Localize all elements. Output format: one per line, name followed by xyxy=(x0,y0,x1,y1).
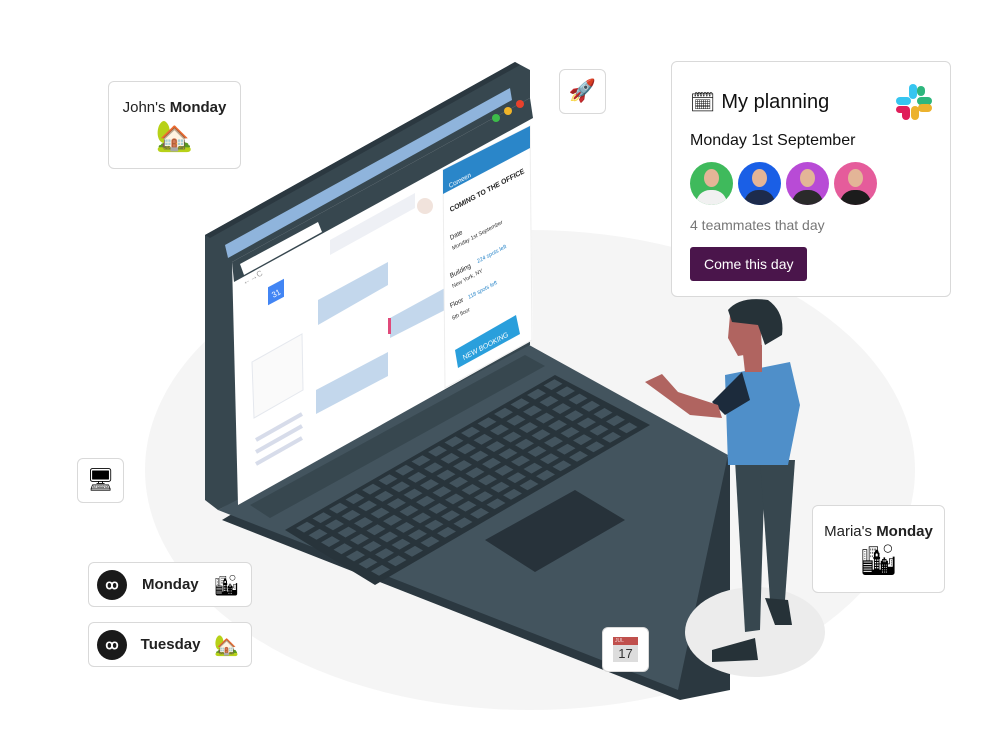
calendar-month: JUL xyxy=(613,637,638,645)
person-leg-front xyxy=(760,460,795,600)
person-torso xyxy=(725,362,800,465)
my-planning-card: 🗓 My planning Monday 1st September 4 team… xyxy=(671,61,951,297)
user-avatar xyxy=(417,198,433,214)
house-icon: 🏡 xyxy=(155,118,194,154)
spiral-calendar-icon: 🗓 xyxy=(690,90,716,114)
window-min-dot xyxy=(504,107,512,115)
calendar-icon: JUL 17 xyxy=(613,637,638,662)
teammate-avatar[interactable] xyxy=(738,162,781,205)
window-close-dot xyxy=(492,114,500,122)
come-this-day-button[interactable]: Come this day xyxy=(690,247,808,281)
schedule-pill-tuesday[interactable]: ꝏ Tuesday 🏡 xyxy=(88,622,252,667)
marias-monday-title: Maria's Monday xyxy=(824,522,933,540)
window-max-dot xyxy=(516,100,524,108)
rocket-icon: 🚀 xyxy=(559,69,606,114)
schedule-pill-monday[interactable]: ꝏ Monday 🏙 xyxy=(88,562,252,607)
comeen-logo-icon: ꝏ xyxy=(97,569,127,600)
calendar-tile: JUL 17 xyxy=(602,627,649,672)
teammates-count: 4 teammates that day xyxy=(690,217,825,233)
slack-logo-icon xyxy=(896,84,932,120)
johns-monday-card: John's Monday 🏡 xyxy=(108,81,241,169)
person-arm xyxy=(645,374,722,418)
teammate-avatar[interactable] xyxy=(834,162,877,205)
johns-monday-title: John's Monday xyxy=(122,98,227,116)
teammate-avatar[interactable] xyxy=(786,162,829,205)
office-building-icon: 🏙 xyxy=(859,542,898,578)
pill-day-label: Monday xyxy=(141,576,199,593)
event-marker xyxy=(388,318,391,334)
house-icon: 🏡 xyxy=(214,632,239,657)
teammate-avatars xyxy=(690,162,932,205)
comeen-logo-icon: ꝏ xyxy=(97,629,127,660)
office-building-icon: 🏙 xyxy=(213,572,239,597)
calendar-day: 17 xyxy=(618,646,633,661)
marias-monday-card: Maria's Monday 🏙 xyxy=(812,505,945,593)
teammate-avatar[interactable] xyxy=(690,162,733,205)
pill-day-label: Tuesday xyxy=(140,636,201,653)
desktop-computer-icon: 🖥 xyxy=(77,458,124,503)
planning-title: 🗓 My planning xyxy=(690,90,830,114)
planning-date: Monday 1st September xyxy=(690,132,856,149)
